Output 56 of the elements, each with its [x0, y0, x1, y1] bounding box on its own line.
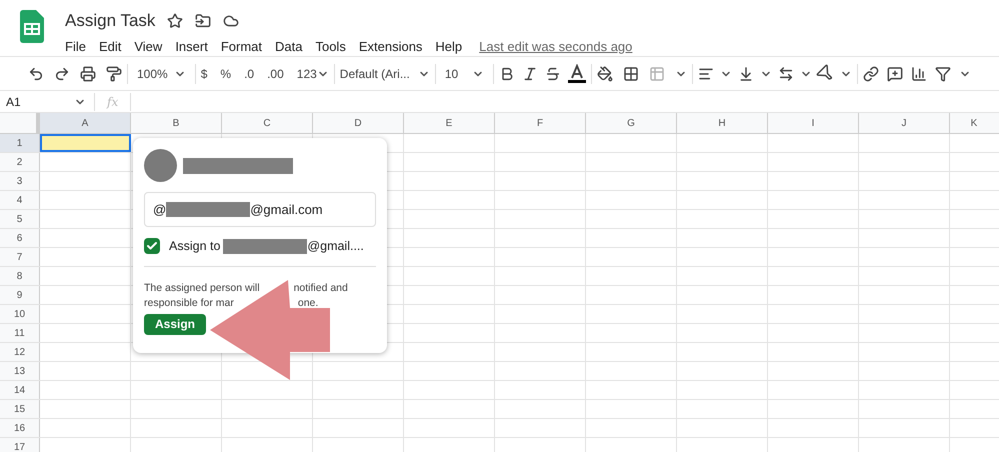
row-header[interactable]: 5 — [0, 210, 40, 228]
menu-item[interactable]: Format — [220, 36, 262, 56]
row-header[interactable]: 16 — [0, 419, 40, 437]
column-header[interactable]: D — [313, 113, 404, 133]
row-header[interactable]: 3 — [0, 172, 40, 190]
decrease-decimals-button[interactable]: .0 — [244, 64, 254, 82]
column-header[interactable]: B — [131, 113, 222, 133]
column-header[interactable]: J — [859, 113, 950, 133]
column-header[interactable]: A — [40, 113, 131, 133]
assign-button[interactable]: Assign — [144, 314, 206, 335]
row-header[interactable]: 6 — [0, 229, 40, 247]
row-header[interactable]: 17 — [0, 438, 40, 452]
column-header[interactable]: E — [404, 113, 495, 133]
row-header[interactable]: 14 — [0, 381, 40, 399]
column-header[interactable]: G — [586, 113, 677, 133]
row-header[interactable]: 9 — [0, 286, 40, 304]
menu-item[interactable]: Edit — [98, 36, 122, 56]
row-header[interactable]: 1 — [0, 134, 40, 152]
note-text: one. — [298, 296, 318, 311]
row-header[interactable]: 15 — [0, 400, 40, 418]
row-header[interactable]: 11 — [0, 324, 40, 342]
column-header[interactable]: K — [950, 113, 999, 133]
email-field[interactable]: @ @gmail.com — [144, 192, 376, 227]
row-header[interactable]: 8 — [0, 267, 40, 285]
document-title[interactable]: Assign Task — [65, 8, 156, 34]
assignee-email: @gmail.... — [307, 238, 364, 255]
menu-item[interactable]: View — [134, 36, 162, 56]
row-header[interactable]: 12 — [0, 343, 40, 361]
column-header[interactable]: I — [768, 113, 859, 133]
menu-item[interactable]: Tools — [315, 36, 346, 56]
note-text: notified and — [294, 280, 348, 296]
increase-decimals-button[interactable]: .00 — [267, 64, 284, 82]
name-box[interactable]: A1 — [0, 92, 95, 110]
last-edit-link[interactable]: Last edit was seconds ago — [479, 36, 632, 56]
note-text: responsible for mar — [144, 296, 234, 311]
font-size-dropdown[interactable]: 10 — [440, 64, 488, 82]
row-header[interactable]: 7 — [0, 248, 40, 266]
note-text: The assigned person will — [144, 280, 260, 296]
font-dropdown[interactable]: Default (Ari... — [340, 64, 430, 82]
row-header[interactable]: 4 — [0, 191, 40, 209]
column-header[interactable]: C — [222, 113, 313, 133]
menu-item[interactable]: Insert — [175, 36, 208, 56]
number-format-dropdown[interactable]: 123 — [296, 64, 329, 82]
menu-item[interactable]: File — [65, 36, 86, 56]
currency-button[interactable]: $ — [200, 64, 208, 82]
column-header[interactable]: F — [495, 113, 586, 133]
menu-item[interactable]: Help — [435, 36, 462, 56]
row-header[interactable]: 2 — [0, 153, 40, 171]
assign-label: Assign to — [169, 238, 220, 255]
zoom-dropdown[interactable]: 100% — [133, 64, 190, 82]
percent-button[interactable]: % — [220, 64, 232, 82]
row-header[interactable]: 13 — [0, 362, 40, 380]
menu-item[interactable]: Data — [275, 36, 302, 56]
menu-item[interactable]: Extensions — [358, 36, 422, 56]
column-header[interactable]: H — [677, 113, 768, 133]
row-header[interactable]: 10 — [0, 305, 40, 323]
